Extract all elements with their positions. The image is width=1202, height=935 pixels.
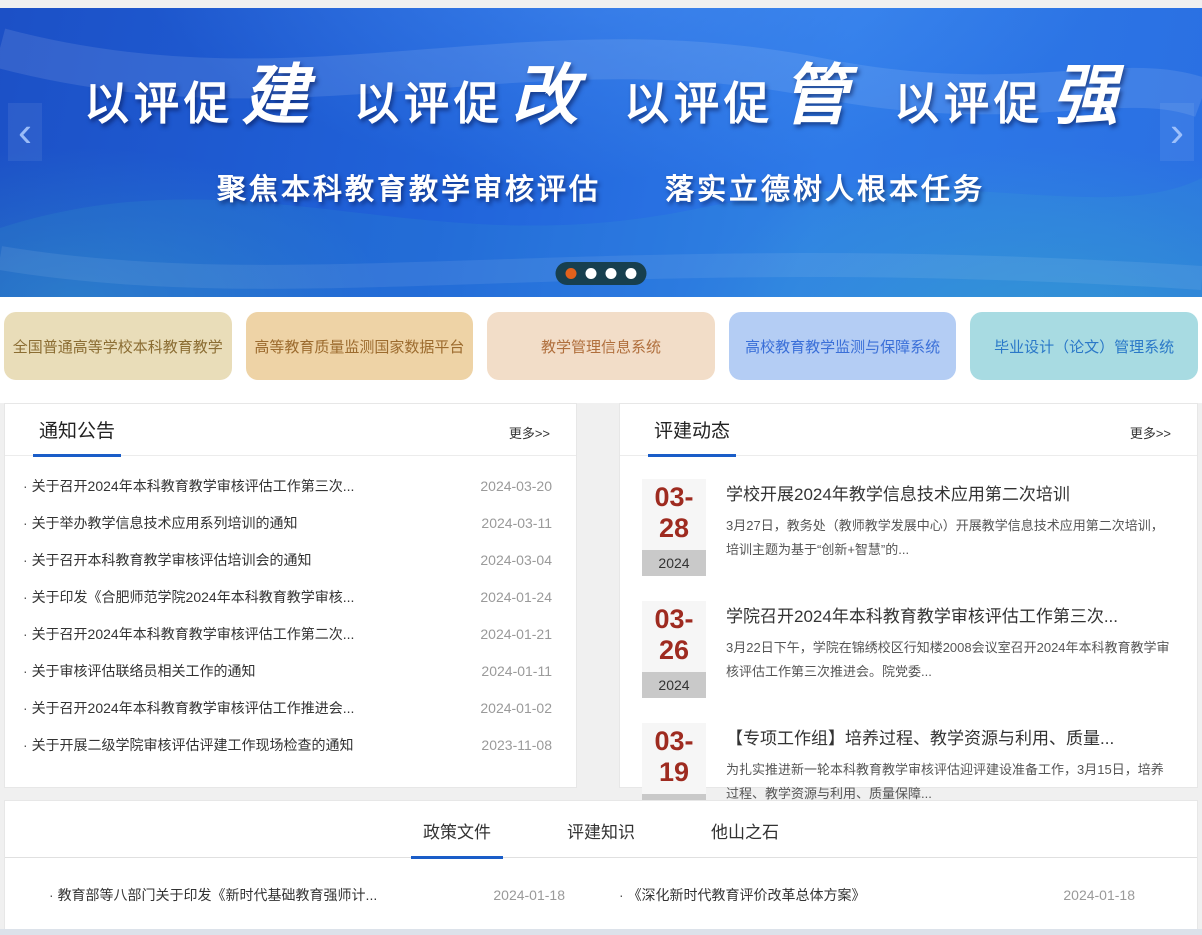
- news-header: 评建动态 更多>>: [620, 404, 1197, 456]
- news-date-monthday: 03-19: [642, 723, 706, 794]
- tab-lessons-from-others[interactable]: 他山之石: [699, 818, 791, 857]
- news-title-heading: 评建动态: [648, 416, 736, 457]
- news-item-summary: 3月27日，教务处（教师教学发展中心）开展教学信息技术应用第二次培训，培训主题为…: [726, 514, 1173, 562]
- resource-item[interactable]: 《深化新时代教育评价改革总体方案》 2024-01-18: [605, 885, 1197, 905]
- resources-items-row: 教育部等八部门关于印发《新时代基础教育强师计... 2024-01-18 《深化…: [5, 858, 1197, 905]
- tab-evaluation-knowledge[interactable]: 评建知识: [555, 818, 647, 857]
- news-date-block: 03-28 2024: [642, 479, 706, 576]
- carousel-dot[interactable]: [566, 268, 577, 279]
- news-item[interactable]: 03-28 2024 学校开展2024年教学信息技术应用第二次培训 3月27日，…: [642, 479, 1173, 576]
- resource-item[interactable]: 教育部等八部门关于印发《新时代基础教育强师计... 2024-01-18: [5, 885, 605, 905]
- notice-title[interactable]: 关于开展二级学院审核评估评建工作现场检查的通知: [23, 735, 354, 755]
- resource-date: 2024-01-18: [493, 887, 565, 903]
- resource-title[interactable]: 教育部等八部门关于印发《新时代基础教育强师计...: [49, 885, 377, 905]
- chevron-right-icon: ›: [1170, 108, 1184, 156]
- news-date-year: 2024: [642, 672, 706, 698]
- banner-wave-decoration: [0, 8, 1202, 297]
- news-item-title[interactable]: 学校开展2024年教学信息技术应用第二次培训: [726, 480, 1173, 505]
- news-date-year: 2024: [642, 550, 706, 576]
- notices-more-link[interactable]: 更多>>: [509, 423, 550, 455]
- news-item-title[interactable]: 【专项工作组】培养过程、教学资源与利用、质量...: [726, 724, 1173, 749]
- notice-title[interactable]: 关于召开本科教育教学审核评估培训会的通知: [23, 550, 312, 570]
- notices-list: 关于召开2024年本科教育教学审核评估工作第三次... 2024-03-20 关…: [5, 456, 576, 763]
- notice-date: 2024-01-24: [480, 589, 552, 605]
- news-item[interactable]: 03-26 2024 学院召开2024年本科教育教学审核评估工作第三次... 3…: [642, 601, 1173, 698]
- carousel-dot[interactable]: [626, 268, 637, 279]
- quick-link-teaching-mis[interactable]: 教学管理信息系统: [487, 312, 715, 380]
- resource-title[interactable]: 《深化新时代教育评价改革总体方案》: [619, 885, 866, 905]
- slogan-prefix: 以评促: [894, 67, 1044, 132]
- notices-panel: 通知公告 更多>> 关于召开2024年本科教育教学审核评估工作第三次... 20…: [4, 403, 577, 788]
- notice-date: 2024-01-11: [481, 663, 552, 679]
- notice-date: 2024-03-11: [481, 515, 552, 531]
- resource-date: 2024-01-18: [1063, 887, 1135, 903]
- notice-date: 2024-03-04: [480, 552, 552, 568]
- news-item-title[interactable]: 学院召开2024年本科教育教学审核评估工作第三次...: [726, 602, 1173, 627]
- slogan-phrase: 以评促 建: [84, 66, 308, 132]
- slogan-phrase: 以评促 改: [354, 66, 578, 132]
- carousel-indicator: [556, 262, 647, 285]
- carousel-dot[interactable]: [586, 268, 597, 279]
- notice-date: 2024-03-20: [480, 478, 552, 494]
- carousel-next-button[interactable]: ›: [1160, 103, 1194, 161]
- chevron-left-icon: ‹: [18, 108, 32, 156]
- resources-tabs: 政策文件 评建知识 他山之石: [5, 801, 1197, 858]
- notice-row[interactable]: 关于印发《合肥师范学院2024年本科教育教学审核... 2024-01-24: [23, 578, 552, 615]
- notice-row[interactable]: 关于召开本科教育教学审核评估培训会的通知 2024-03-04: [23, 541, 552, 578]
- notice-title[interactable]: 关于召开2024年本科教育教学审核评估工作推进会...: [23, 698, 354, 718]
- notice-row[interactable]: 关于召开2024年本科教育教学审核评估工作推进会... 2024-01-02: [23, 689, 552, 726]
- quick-link-thesis-management-system[interactable]: 毕业设计（论文）管理系统: [970, 312, 1198, 380]
- footer-strip: [0, 929, 1202, 935]
- page: 以评促 建 以评促 改 以评促 管 以评促 强 聚焦本科教育教学审核评估 落实立…: [0, 0, 1202, 935]
- quick-link-monitor-guarantee-system[interactable]: 高校教育教学监测与保障系统: [729, 312, 957, 380]
- notice-row[interactable]: 关于召开2024年本科教育教学审核评估工作第三次... 2024-03-20: [23, 467, 552, 504]
- news-item-summary: 为扎实推进新一轮本科教育教学审核评估迎评建设准备工作，3月15日，培养过程、教学…: [726, 758, 1173, 806]
- notice-title[interactable]: 关于举办教学信息技术应用系列培训的通知: [23, 513, 298, 533]
- slogan-prefix: 以评促: [624, 67, 774, 132]
- quicklinks-row: 全国普通高等学校本科教育教学 高等教育质量监测国家数据平台 教学管理信息系统 高…: [4, 312, 1198, 380]
- slogan-big-char: 建: [242, 62, 308, 128]
- banner-subtitle: 聚焦本科教育教学审核评估 落实立德树人根本任务: [0, 166, 1202, 208]
- slogan-prefix: 以评促: [84, 67, 234, 132]
- quick-link-quality-monitor-data-platform[interactable]: 高等教育质量监测国家数据平台: [246, 312, 474, 380]
- notice-title[interactable]: 关于召开2024年本科教育教学审核评估工作第二次...: [23, 624, 354, 644]
- banner-slogan: 以评促 建 以评促 改 以评促 管 以评促 强: [0, 66, 1202, 132]
- notice-date: 2024-01-21: [480, 626, 552, 642]
- notice-row[interactable]: 关于召开2024年本科教育教学审核评估工作第二次... 2024-01-21: [23, 615, 552, 652]
- notice-row[interactable]: 关于开展二级学院审核评估评建工作现场检查的通知 2023-11-08: [23, 726, 552, 763]
- news-more-link[interactable]: 更多>>: [1130, 423, 1171, 455]
- carousel-prev-button[interactable]: ‹: [8, 103, 42, 161]
- slogan-big-char: 改: [512, 62, 578, 128]
- notice-date: 2024-01-02: [480, 700, 552, 716]
- notice-title[interactable]: 关于召开2024年本科教育教学审核评估工作第三次...: [23, 476, 354, 496]
- slogan-phrase: 以评促 强: [894, 66, 1118, 132]
- notices-header: 通知公告 更多>>: [5, 404, 576, 456]
- news-date-monthday: 03-28: [642, 479, 706, 550]
- notice-row[interactable]: 关于举办教学信息技术应用系列培训的通知 2024-03-11: [23, 504, 552, 541]
- news-body: 学校开展2024年教学信息技术应用第二次培训 3月27日，教务处（教师教学发展中…: [726, 479, 1173, 576]
- news-date-block: 03-26 2024: [642, 601, 706, 698]
- news-body: 学院召开2024年本科教育教学审核评估工作第三次... 3月22日下午，学院在锦…: [726, 601, 1173, 698]
- banner-carousel: 以评促 建 以评促 改 以评促 管 以评促 强 聚焦本科教育教学审核评估 落实立…: [0, 8, 1202, 297]
- notice-row[interactable]: 关于审核评估联络员相关工作的通知 2024-01-11: [23, 652, 552, 689]
- notices-title: 通知公告: [33, 416, 121, 457]
- slogan-prefix: 以评促: [354, 67, 504, 132]
- tab-policy-documents[interactable]: 政策文件: [411, 818, 503, 859]
- carousel-dot[interactable]: [606, 268, 617, 279]
- news-item-summary: 3月22日下午，学院在锦绣校区行知楼2008会议室召开2024年本科教育教学审核…: [726, 636, 1173, 684]
- quick-link-national-undergrad-platform[interactable]: 全国普通高等学校本科教育教学: [4, 312, 232, 380]
- slogan-phrase: 以评促 管: [624, 66, 848, 132]
- notice-title[interactable]: 关于印发《合肥师范学院2024年本科教育教学审核...: [23, 587, 354, 607]
- slogan-big-char: 强: [1052, 62, 1118, 128]
- news-date-monthday: 03-26: [642, 601, 706, 672]
- news-list: 03-28 2024 学校开展2024年教学信息技术应用第二次培训 3月27日，…: [620, 456, 1197, 820]
- notice-date: 2023-11-08: [481, 737, 552, 753]
- resources-panel: 政策文件 评建知识 他山之石 教育部等八部门关于印发《新时代基础教育强师计...…: [4, 800, 1198, 935]
- slogan-big-char: 管: [782, 62, 848, 128]
- news-panel: 评建动态 更多>> 03-28 2024 学校开展2024年教学信息技术应用第二…: [619, 403, 1198, 788]
- notice-title[interactable]: 关于审核评估联络员相关工作的通知: [23, 661, 256, 681]
